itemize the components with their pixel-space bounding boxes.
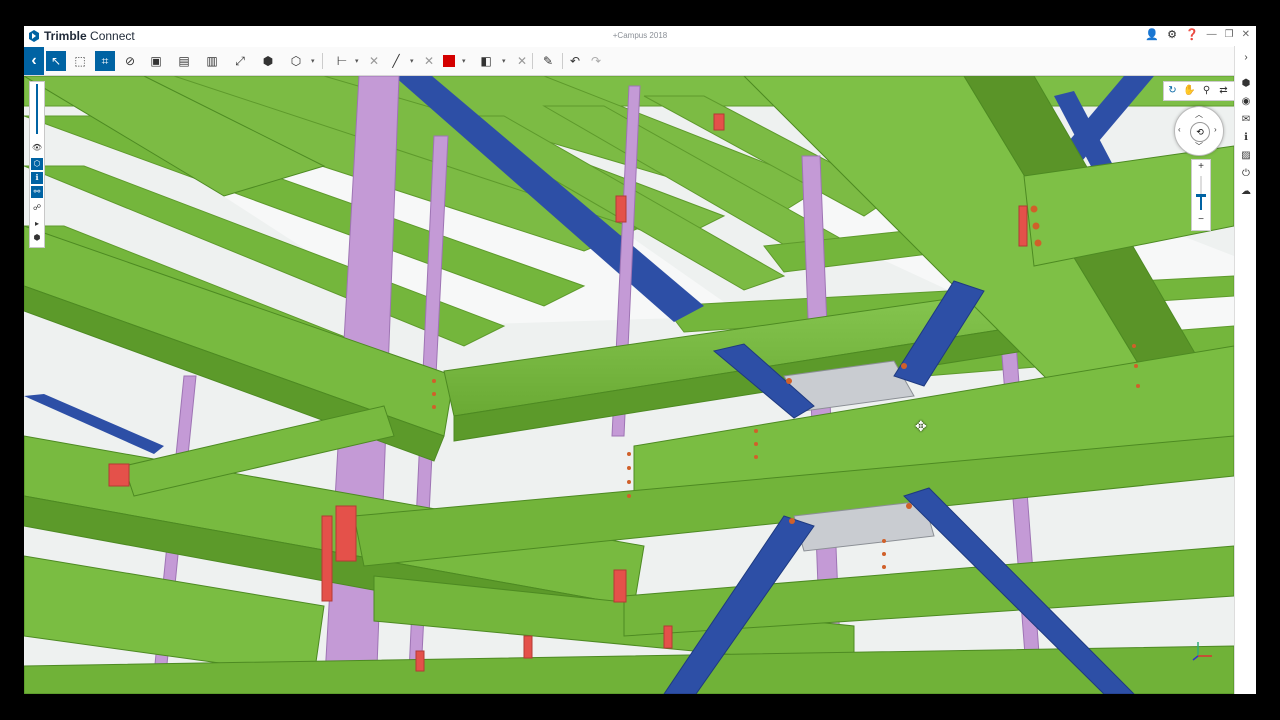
clear-split-icon[interactable]: ✕ — [512, 51, 532, 71]
power-icon[interactable]: ⏻ — [1240, 168, 1252, 180]
clear-markup-icon[interactable]: ✕ — [419, 51, 439, 71]
left-tool-strip: 👁 ⬡ ℹ ⚯ ☍ ▸ ⬢ — [29, 81, 45, 248]
separator — [562, 53, 563, 69]
hide-tool[interactable]: ⊘ — [120, 51, 140, 71]
section-box-tool[interactable]: ▥ — [202, 51, 222, 71]
chevron-right-icon[interactable]: › — [1240, 52, 1252, 64]
chevron-left-icon[interactable]: ‹ — [1178, 125, 1181, 134]
split-view-caret[interactable]: ▾ — [502, 57, 506, 65]
zoom-out-button[interactable]: − — [1192, 214, 1210, 225]
color-swatch — [443, 55, 455, 67]
color-caret[interactable]: ▾ — [462, 57, 466, 65]
chevron-up-icon[interactable]: ︿ — [1195, 109, 1203, 120]
scale-slider[interactable] — [36, 84, 38, 134]
select-tool[interactable]: ↖ — [46, 51, 66, 71]
main-toolbar: ‹ ↖ ⬚ ⌗ ⊘ ▣ ▤ ▥ ⤢ ⬢ ⬡ ▾ ⊢ ▾ ✕ ╱ ▾ ✕ ▾ ◧ … — [24, 47, 1234, 76]
3d-viewport[interactable]: ✥ — [24, 76, 1234, 694]
restore-icon[interactable]: ❐ — [1225, 29, 1234, 41]
zoom-fill — [1200, 194, 1202, 210]
zoom-control[interactable]: + − — [1191, 159, 1211, 231]
clear-all-markup-tool[interactable]: ✎ — [538, 51, 558, 71]
axis-indicator-icon — [1192, 642, 1212, 661]
orbit-icon[interactable]: ↻ — [1164, 82, 1181, 100]
markup-line-tool[interactable]: ╱ — [386, 51, 406, 71]
play-icon[interactable]: ▸ — [31, 218, 43, 230]
chevron-right-icon[interactable]: › — [1214, 125, 1217, 134]
trimble-connect-window: Trimble Connect +Campus 2018 👤 ⚙ ❓ — ❐ ✕… — [24, 26, 1256, 694]
navigation-compass[interactable]: ︿ ‹ › ﹀ ⟲ — [1174, 106, 1224, 156]
color-tool[interactable] — [439, 51, 459, 71]
document-title: +Campus 2018 — [612, 31, 668, 40]
zoom-in-button[interactable]: + — [1192, 161, 1210, 172]
box-select-tool[interactable]: ⬚ — [70, 51, 90, 71]
redo-icon[interactable]: ↷ — [586, 51, 606, 71]
layers-icon[interactable]: ⬡ — [31, 158, 43, 170]
undo-icon[interactable]: ↶ — [565, 51, 585, 71]
cloud-icon[interactable]: ☁ — [1240, 186, 1252, 198]
chevron-down-icon[interactable]: ﹀ — [1195, 141, 1203, 152]
cube-icon[interactable]: ⬢ — [31, 232, 43, 244]
pointer-cursor: ✥ — [915, 418, 927, 434]
walk-icon[interactable]: ⚲ — [1198, 82, 1215, 100]
info-icon[interactable]: ℹ — [1240, 132, 1252, 144]
walk-icon[interactable]: ☍ — [31, 202, 43, 214]
user-icon[interactable]: 👤 — [1145, 29, 1159, 41]
minimize-icon[interactable]: — — [1207, 29, 1217, 41]
split-view-tool[interactable]: ◧ — [476, 51, 496, 71]
clip-plane-tool[interactable]: ▣ — [146, 51, 166, 71]
fit-view-tool[interactable]: ⤢ — [230, 51, 250, 71]
help-icon[interactable]: ❓ — [1185, 29, 1199, 41]
clear-measure-icon[interactable]: ✕ — [364, 51, 384, 71]
cube-view-caret[interactable]: ▾ — [311, 57, 315, 65]
pan-icon[interactable]: ✋ — [1181, 82, 1198, 100]
measure-caret[interactable]: ▾ — [355, 57, 359, 65]
orbit-hub-icon[interactable]: ⟲ — [1190, 122, 1210, 142]
cube-view-tool[interactable]: ⬡ — [286, 51, 306, 71]
window-controls: 👤 ⚙ ❓ — ❐ ✕ — [1145, 29, 1250, 41]
steel-structure-model[interactable] — [24, 76, 1234, 694]
comments-icon[interactable]: ✉ — [1240, 114, 1252, 126]
right-sidebar: › ⬢ ◉ ✉ ℹ ▨ ⏻ ☁ — [1234, 46, 1256, 694]
multi-select-tool[interactable]: ⌗ — [95, 51, 115, 71]
markup-caret[interactable]: ▾ — [410, 57, 414, 65]
measure-tool[interactable]: ⊢ — [332, 51, 352, 71]
close-icon[interactable]: ✕ — [1242, 29, 1250, 41]
zoom-knob[interactable] — [1196, 193, 1206, 197]
look-icon[interactable]: ⇄ — [1215, 82, 1232, 100]
isolate-tool[interactable]: ▤ — [174, 51, 194, 71]
back-button[interactable]: ‹ — [24, 47, 44, 75]
image-icon[interactable]: ▨ — [1240, 150, 1252, 162]
title-bar: Trimble Connect +Campus 2018 👤 ⚙ ❓ — ❐ ✕ — [24, 26, 1256, 46]
separator — [532, 53, 533, 69]
eye-icon[interactable]: 👁 — [31, 142, 43, 154]
separator — [322, 53, 323, 69]
objects-icon[interactable]: ⬢ — [1240, 78, 1252, 90]
info-icon[interactable]: ℹ — [31, 172, 43, 184]
gear-icon[interactable]: ⚙ — [1167, 29, 1177, 41]
objects-tool[interactable]: ⬢ — [258, 51, 278, 71]
link-icon[interactable]: ⚯ — [31, 186, 43, 198]
views-icon[interactable]: ◉ — [1240, 96, 1252, 108]
